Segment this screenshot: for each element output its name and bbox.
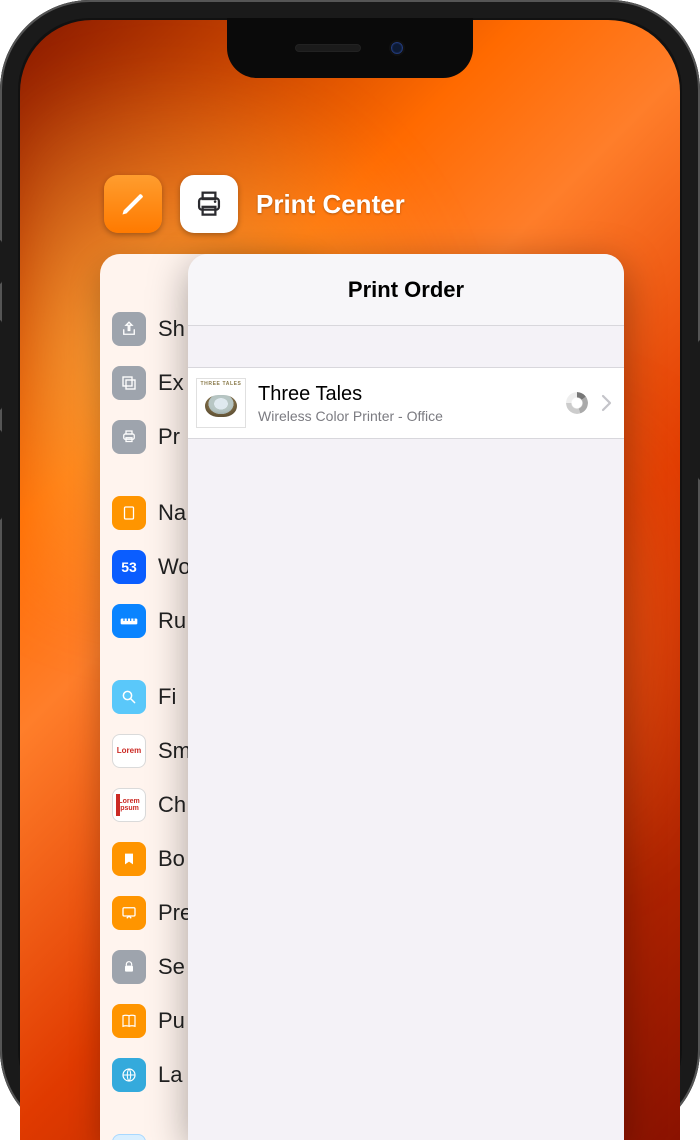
section-gap: [188, 326, 624, 368]
app-chip-print-center[interactable]: [180, 175, 238, 233]
list-item-label: Pu: [158, 1008, 185, 1034]
export-icon: [112, 366, 146, 400]
printer-icon: [192, 187, 226, 221]
print-center-title: Print Order: [188, 254, 624, 326]
list-item-label: La: [158, 1062, 182, 1088]
list-item-label: Sh: [158, 316, 185, 342]
lorem1-icon: Lorem: [112, 734, 146, 768]
print-job-title: Three Tales: [258, 383, 554, 406]
spinner-icon: [566, 392, 588, 414]
list-item-label: Ru: [158, 608, 186, 634]
bookmark-icon: [112, 842, 146, 876]
app-switcher-title: Print Center: [256, 189, 405, 220]
docblue-icon: [112, 1134, 146, 1140]
print-job-row[interactable]: THREE TALES Three Tales Wireless Color P…: [188, 368, 624, 439]
share-icon: [112, 312, 146, 346]
lorem2-icon: LoremIpsum: [112, 788, 146, 822]
list-item-label: Na: [158, 500, 186, 526]
pages-icon: [119, 190, 147, 218]
list-item-label: Ch: [158, 792, 186, 818]
globe-icon: [112, 1058, 146, 1092]
side-button-volume-down: [0, 430, 2, 520]
screen: Print Center Sh Ex Pr Na 53 Wo Ru Fi Lore…: [20, 20, 680, 1140]
book-icon: [112, 1004, 146, 1038]
print-icon: [112, 420, 146, 454]
list-item-label: Pr: [158, 424, 180, 450]
speaker: [295, 44, 361, 52]
presenter-icon: [112, 896, 146, 930]
app-switcher-header: Print Center: [20, 175, 680, 233]
notch: [227, 18, 473, 78]
nest-icon: [205, 395, 237, 417]
chevron-right-icon: [600, 394, 612, 412]
list-item-label: Sm: [158, 738, 191, 764]
ruler-icon: [112, 604, 146, 638]
list-item-label: Bo: [158, 846, 185, 872]
list-item-label: Ex: [158, 370, 184, 396]
print-job-subtitle: Wireless Color Printer - Office: [258, 408, 554, 424]
doc-icon: [112, 496, 146, 530]
list-item-label: Se: [158, 954, 185, 980]
wordcount-icon: 53: [112, 550, 146, 584]
front-camera: [389, 40, 405, 56]
side-button-silence: [0, 240, 2, 284]
list-item-label: Wo: [158, 554, 191, 580]
phone-frame: Print Center Sh Ex Pr Na 53 Wo Ru Fi Lore…: [0, 0, 700, 1140]
side-button-volume-up: [0, 320, 2, 410]
print-job-text: Three Tales Wireless Color Printer - Off…: [258, 383, 554, 424]
print-job-thumbnail: THREE TALES: [196, 378, 246, 428]
search-icon: [112, 680, 146, 714]
app-chip-pages[interactable]: [104, 175, 162, 233]
lock-icon: [112, 950, 146, 984]
print-center-card[interactable]: Print Order THREE TALES Three Tales Wire…: [188, 254, 624, 1140]
thumb-caption: THREE TALES: [197, 381, 245, 387]
list-item-label: Fi: [158, 684, 176, 710]
